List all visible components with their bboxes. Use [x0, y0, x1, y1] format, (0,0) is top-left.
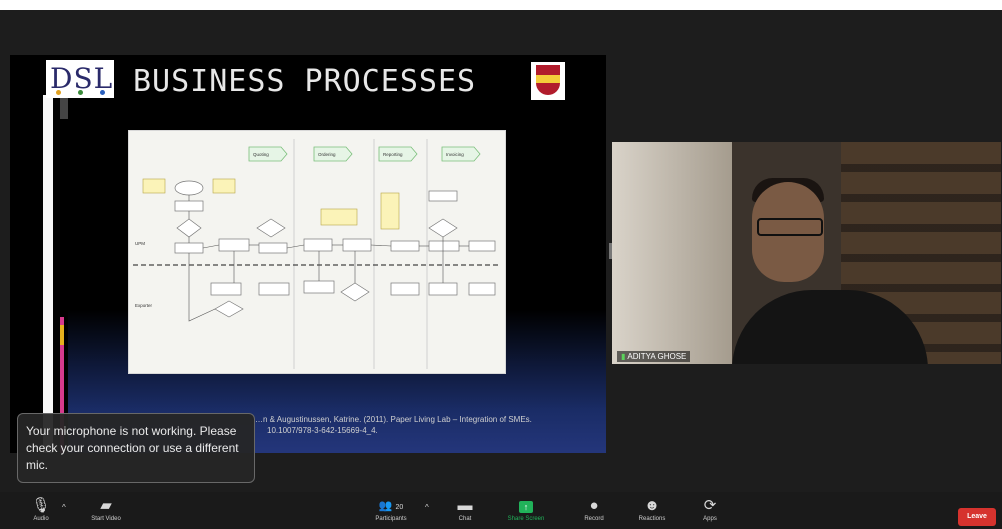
share-screen-button[interactable]: ↑ Share Screen	[504, 497, 548, 523]
participants-options-chevron-icon[interactable]: ^	[425, 503, 429, 512]
lane-label-reporting: Reporting	[383, 152, 403, 157]
participant-name: ADITYA GHOSE	[627, 352, 687, 361]
signal-strength-icon: ▮	[621, 352, 626, 361]
participant-name-tag: ▮ ADITYA GHOSE	[617, 351, 691, 362]
video-off-icon: ▰	[100, 497, 112, 514]
apps-label: Apps	[703, 516, 717, 522]
slide-accent-yellow	[60, 325, 64, 345]
microphone-icon: 🎙	[31, 497, 51, 514]
slide-left-bar	[43, 95, 53, 453]
slide-dark-block	[60, 95, 68, 119]
lane-label-ordering: Ordering	[318, 152, 336, 157]
leave-button[interactable]: Leave	[958, 508, 996, 526]
dsl-logo: DSL	[46, 60, 114, 98]
participants-icon: 👥 20	[378, 500, 404, 512]
lane-label-invoicing: Invoicing	[446, 152, 464, 157]
citation-line-2: 10.1007/978-3-642-15669-4_4.	[267, 426, 378, 435]
reactions-button[interactable]: ☻ Reactions	[632, 497, 672, 523]
reactions-icon: ☻	[644, 497, 660, 514]
apps-button[interactable]: ⟳ Apps	[697, 497, 723, 523]
role-label-upm: UPM	[135, 241, 145, 246]
meeting-toolbar	[0, 492, 1002, 529]
lane-label-quoting: Quoting	[253, 152, 269, 157]
record-icon: ●	[589, 497, 599, 514]
window-top-strip	[0, 0, 1002, 10]
apps-icon: ⟳	[703, 497, 717, 514]
share-screen-label: Share Screen	[507, 516, 545, 522]
record-button[interactable]: ● Record	[578, 497, 610, 523]
record-label: Record	[584, 516, 604, 522]
audio-button[interactable]: 🎙 Audio	[26, 497, 56, 523]
role-label-exporter: Exporter	[135, 303, 153, 308]
chat-label: Chat	[458, 516, 472, 522]
participant-video[interactable]	[612, 142, 1001, 364]
participants-count: 20	[395, 504, 404, 511]
start-video-label: Start Video	[91, 516, 121, 522]
audio-label: Audio	[33, 516, 49, 522]
mic-warning-title: Your microphone is not working.	[26, 424, 197, 438]
shared-screen: DSL BUSINESS PROCESSES Quoting Ordering …	[10, 55, 606, 453]
share-screen-icon: ↑	[504, 497, 548, 515]
participants-button[interactable]: 👥 20 Participants	[366, 497, 416, 523]
reactions-label: Reactions	[638, 516, 666, 522]
chat-button[interactable]: ▬ Chat	[452, 497, 478, 523]
slide-title: BUSINESS PROCESSES	[133, 64, 477, 99]
start-video-button[interactable]: ▰ Start Video	[84, 497, 128, 523]
audio-options-chevron-icon[interactable]: ^	[62, 503, 66, 512]
chat-icon: ▬	[457, 497, 473, 514]
participants-label: Participants	[375, 516, 407, 522]
process-diagram: Quoting Ordering Reporting Invoicing UPM…	[128, 130, 506, 374]
slide-citation: …n & Augustinussen, Katrine. (2011). Pap…	[255, 414, 555, 436]
university-crest-icon	[531, 62, 565, 100]
mic-warning-toast: Your microphone is not working. Please c…	[17, 413, 255, 483]
citation-line-1: …n & Augustinussen, Katrine. (2011). Pap…	[255, 415, 532, 424]
